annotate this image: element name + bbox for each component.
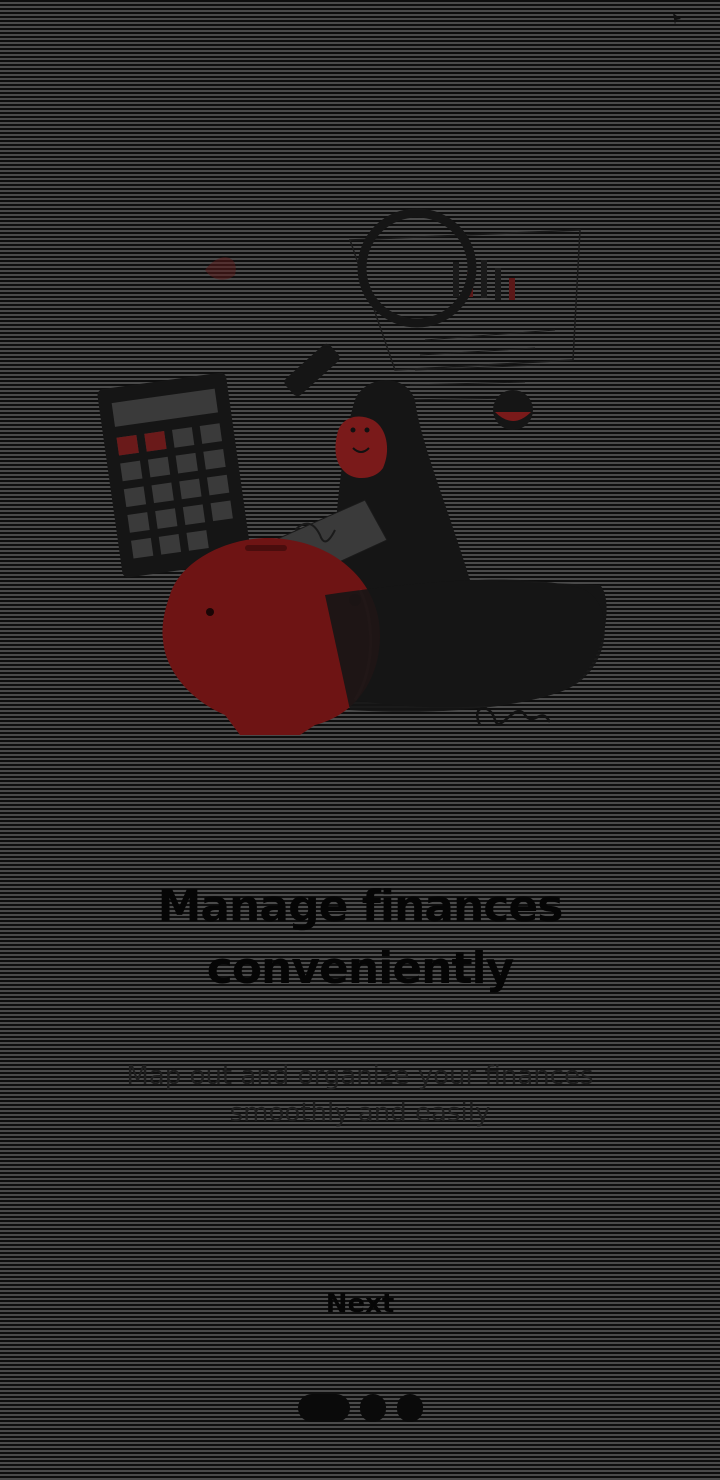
- page-dot-3[interactable]: [397, 1394, 423, 1422]
- magnifier-icon: [284, 208, 477, 397]
- status-bar: [0, 0, 720, 40]
- location-arrow-icon: [673, 13, 681, 25]
- page-dot-2[interactable]: [360, 1394, 386, 1422]
- finance-illustration: [97, 208, 607, 735]
- page-title: Manage finances conveniently: [157, 881, 564, 994]
- leaf-icon: [205, 257, 236, 280]
- page-indicator: [296, 1394, 426, 1422]
- coin-icon: [493, 390, 533, 430]
- page-dot-1-active[interactable]: [298, 1394, 350, 1422]
- page-subtitle: Map out and organize your finances smoot…: [126, 1061, 594, 1128]
- next-button[interactable]: Next: [260, 1276, 460, 1332]
